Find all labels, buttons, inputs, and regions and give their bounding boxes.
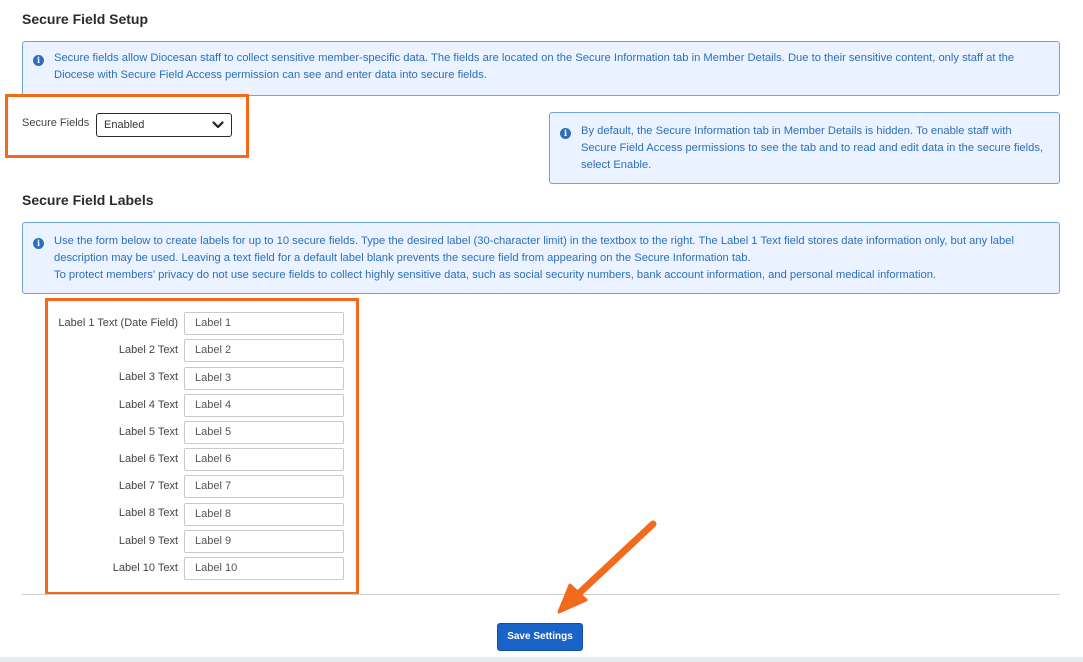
label-2-caption: Label 2 Text	[118, 344, 178, 356]
divider	[22, 594, 1060, 595]
info-icon: i	[33, 238, 44, 249]
setup-info-text: Secure fields allow Diocesan staff to co…	[54, 52, 1015, 81]
info-icon: i	[560, 128, 571, 139]
side-info-box: i By default, the Secure Information tab…	[549, 112, 1060, 184]
info-icon: i	[33, 55, 44, 66]
label-9-input[interactable]: Label 9	[184, 530, 344, 553]
setup-info-box: i Secure fields allow Diocesan staff to …	[22, 41, 1060, 96]
label-5-caption: Label 5 Text	[118, 426, 178, 438]
label-6-input[interactable]: Label 6	[184, 448, 344, 471]
label-7-caption: Label 7 Text	[118, 480, 178, 492]
label-1-input[interactable]: Label 1	[184, 312, 344, 335]
secure-fields-label: Secure Fields	[22, 117, 90, 129]
label-4-caption: Label 4 Text	[118, 399, 178, 411]
secure-field-labels-title: Secure Field Labels	[22, 192, 154, 208]
label-6-caption: Label 6 Text	[118, 453, 178, 465]
labels-info-line2: To protect members' privacy do not use s…	[54, 269, 937, 281]
label-4-input[interactable]: Label 4	[184, 394, 344, 417]
label-3-caption: Label 3 Text	[118, 371, 178, 383]
save-settings-button[interactable]: Save Settings	[497, 623, 583, 651]
label-7-input[interactable]: Label 7	[184, 475, 344, 498]
labels-info-line1: Use the form below to create labels for …	[54, 235, 1014, 264]
chevron-down-icon	[212, 121, 224, 129]
side-info-text: By default, the Secure Information tab i…	[581, 125, 1044, 171]
label-1-caption: Label 1 Text (Date Field)	[58, 317, 178, 329]
label-3-input[interactable]: Label 3	[184, 367, 344, 390]
label-8-input[interactable]: Label 8	[184, 503, 344, 526]
label-8-caption: Label 8 Text	[118, 507, 178, 519]
secure-fields-selected-value: Enabled	[104, 119, 145, 131]
labels-info-box: i Use the form below to create labels fo…	[22, 222, 1060, 294]
label-5-input[interactable]: Label 5	[184, 421, 344, 444]
label-10-caption: Label 10 Text	[112, 562, 178, 574]
label-9-caption: Label 9 Text	[118, 535, 178, 547]
secure-fields-select[interactable]: Enabled	[96, 113, 232, 137]
label-10-input[interactable]: Label 10	[184, 557, 344, 580]
footer-strip	[0, 657, 1083, 662]
secure-field-setup-title: Secure Field Setup	[22, 11, 149, 27]
label-2-input[interactable]: Label 2	[184, 339, 344, 362]
